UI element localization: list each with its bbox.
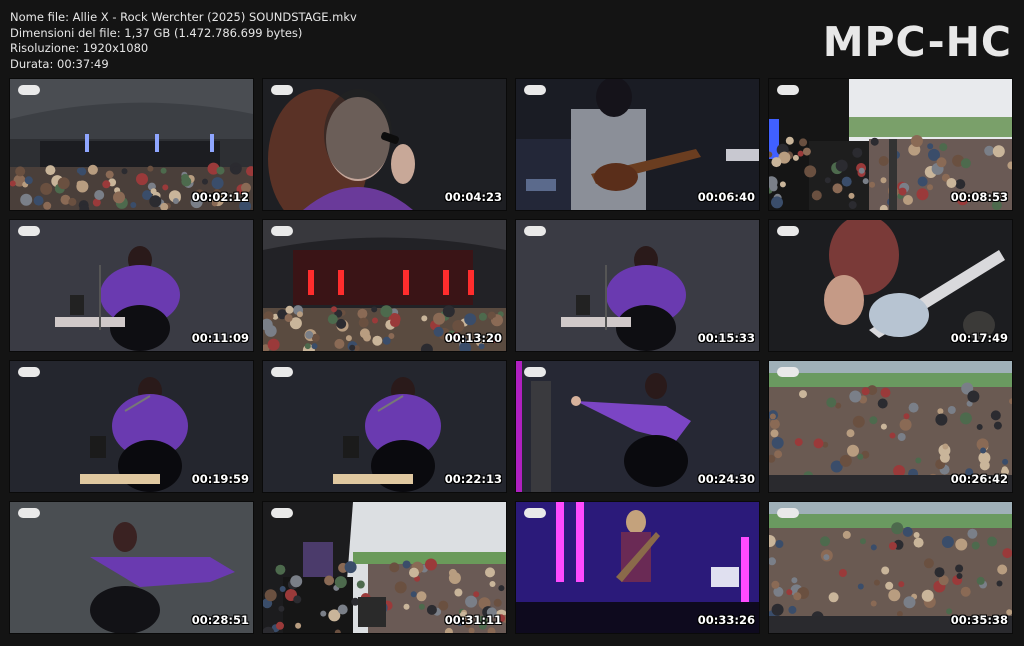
thumbnail: 00:28:51 (10, 502, 253, 633)
thumbnail: 00:15:33 (516, 220, 759, 351)
channel-logo-icon (524, 367, 546, 377)
thumbnail-timestamp: 00:04:23 (444, 190, 502, 204)
thumbnail: 00:06:40 (516, 79, 759, 210)
channel-logo-icon (777, 85, 799, 95)
channel-logo-icon (271, 367, 293, 377)
thumbnail: 00:35:38 (769, 502, 1012, 633)
channel-logo-icon (777, 508, 799, 518)
thumbnail: 00:04:23 (263, 79, 506, 210)
channel-logo-icon (524, 508, 546, 518)
channel-logo-icon (18, 226, 40, 236)
thumbnail: 00:22:13 (263, 361, 506, 492)
thumbnail-timestamp: 00:35:38 (950, 613, 1008, 627)
thumbnail-timestamp: 00:31:11 (444, 613, 502, 627)
resolution: Risoluzione: 1920x1080 (10, 41, 149, 55)
thumbnail: 00:11:09 (10, 220, 253, 351)
thumbnail-timestamp: 00:08:53 (950, 190, 1008, 204)
thumbnail: 00:08:53 (769, 79, 1012, 210)
channel-logo-icon (777, 367, 799, 377)
thumbnail: 00:26:42 (769, 361, 1012, 492)
thumbnail: 00:24:30 (516, 361, 759, 492)
thumbnail: 00:33:26 (516, 502, 759, 633)
thumbnail-timestamp: 00:11:09 (191, 331, 249, 345)
file-info-panel: Nome file: Allie X - Rock Werchter (2025… (10, 10, 357, 72)
channel-logo-icon (271, 508, 293, 518)
thumbnail-timestamp: 00:15:33 (697, 331, 755, 345)
thumbnail: 00:31:11 (263, 502, 506, 633)
thumbnail-timestamp: 00:22:13 (444, 472, 502, 486)
thumbnail-timestamp: 00:26:42 (950, 472, 1008, 486)
channel-logo-icon (271, 226, 293, 236)
thumbnail: 00:13:20 (263, 220, 506, 351)
mpc-hc-logo: MPC-HC (822, 18, 1012, 66)
thumbnail-timestamp: 00:17:49 (950, 331, 1008, 345)
thumbnail-timestamp: 00:13:20 (444, 331, 502, 345)
channel-logo-icon (18, 85, 40, 95)
thumbnail-timestamp: 00:24:30 (697, 472, 755, 486)
thumbnail-timestamp: 00:19:59 (191, 472, 249, 486)
thumbnail: 00:19:59 (10, 361, 253, 492)
thumbnail-grid: 00:02:12 00:04:23 00:06:40 00:08:53 00:11:09… (10, 79, 1014, 635)
channel-logo-icon (524, 226, 546, 236)
thumbnail-timestamp: 00:02:12 (191, 190, 249, 204)
duration: Durata: 00:37:49 (10, 56, 109, 71)
channel-logo-icon (777, 226, 799, 236)
channel-logo-icon (18, 367, 40, 377)
file-name: Nome file: Allie X - Rock Werchter (2025… (10, 10, 357, 24)
thumbnail-timestamp: 00:06:40 (697, 190, 755, 204)
file-size: Dimensioni del file: 1,37 GB (1.472.786.… (10, 25, 303, 40)
channel-logo-icon (524, 85, 546, 95)
channel-logo-icon (18, 508, 40, 518)
thumbnail: 00:02:12 (10, 79, 253, 210)
channel-logo-icon (271, 85, 293, 95)
thumbnail-timestamp: 00:33:26 (697, 613, 755, 627)
thumbnail: 00:17:49 (769, 220, 1012, 351)
thumbnail-timestamp: 00:28:51 (191, 613, 249, 627)
